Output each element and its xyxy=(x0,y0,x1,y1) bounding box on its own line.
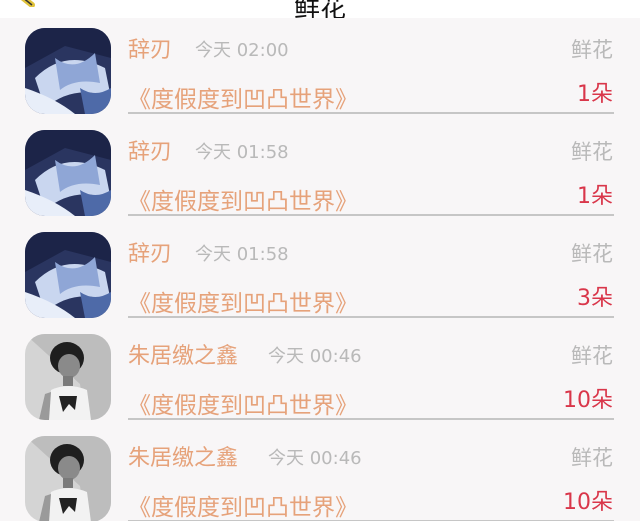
book-title-link[interactable]: 《度假度到凹凸世界》 xyxy=(128,182,358,216)
sender-name: 朱居缴之鑫 xyxy=(128,446,239,471)
flower-count: 1朵 xyxy=(577,82,613,107)
flower-count: 10朵 xyxy=(563,388,613,413)
gift-type: 鲜花 xyxy=(571,242,613,266)
sender-name: 辞刃 xyxy=(128,38,173,63)
list-item[interactable]: 朱居缴之鑫 今天 00:46 鲜花 《度假度到凹凸世界》 10朵 xyxy=(0,426,640,521)
divider xyxy=(128,316,614,318)
list-item[interactable]: 朱居缴之鑫 今天 00:46 鲜花 《度假度到凹凸世界》 10朵 xyxy=(0,324,640,426)
gift-type: 鲜花 xyxy=(571,140,613,164)
divider xyxy=(128,214,614,216)
send-time: 今天 01:58 xyxy=(195,244,289,265)
gift-type: 鲜花 xyxy=(571,38,613,62)
book-title-link[interactable]: 《度假度到凹凸世界》 xyxy=(128,284,358,318)
avatar[interactable] xyxy=(25,436,111,521)
gift-type: 鲜花 xyxy=(571,344,613,368)
gift-type: 鲜花 xyxy=(571,446,613,470)
avatar[interactable] xyxy=(25,232,111,318)
avatar[interactable] xyxy=(25,28,111,114)
avatar[interactable] xyxy=(25,334,111,420)
book-title-link[interactable]: 《度假度到凹凸世界》 xyxy=(128,80,358,114)
sender-name: 朱居缴之鑫 xyxy=(128,344,239,369)
page-title: 鲜花 xyxy=(293,0,346,18)
divider xyxy=(128,418,614,420)
send-time: 今天 01:58 xyxy=(195,142,289,163)
sender-name: 辞刃 xyxy=(128,242,173,267)
send-time: 今天 00:46 xyxy=(268,448,362,469)
sender-name: 辞刃 xyxy=(128,140,173,165)
book-title-link[interactable]: 《度假度到凹凸世界》 xyxy=(128,386,358,420)
list-item[interactable]: 辞刃 今天 02:00 鲜花 《度假度到凹凸世界》 1朵 xyxy=(0,18,640,120)
flower-count: 10朵 xyxy=(563,490,613,515)
nav-bar: 鲜花 xyxy=(0,0,640,18)
divider xyxy=(128,112,614,114)
list-item[interactable]: 辞刃 今天 01:58 鲜花 《度假度到凹凸世界》 3朵 xyxy=(0,222,640,324)
flower-count: 1朵 xyxy=(577,184,613,209)
send-time: 今天 02:00 xyxy=(195,40,289,61)
list-item[interactable]: 辞刃 今天 01:58 鲜花 《度假度到凹凸世界》 1朵 xyxy=(0,120,640,222)
flower-count: 3朵 xyxy=(577,286,613,311)
avatar[interactable] xyxy=(25,130,111,216)
send-time: 今天 00:46 xyxy=(268,346,362,367)
book-title-link[interactable]: 《度假度到凹凸世界》 xyxy=(128,488,358,521)
flower-record-list[interactable]: 辞刃 今天 02:00 鲜花 《度假度到凹凸世界》 1朵 辞刃 今天 01:58… xyxy=(0,18,640,521)
